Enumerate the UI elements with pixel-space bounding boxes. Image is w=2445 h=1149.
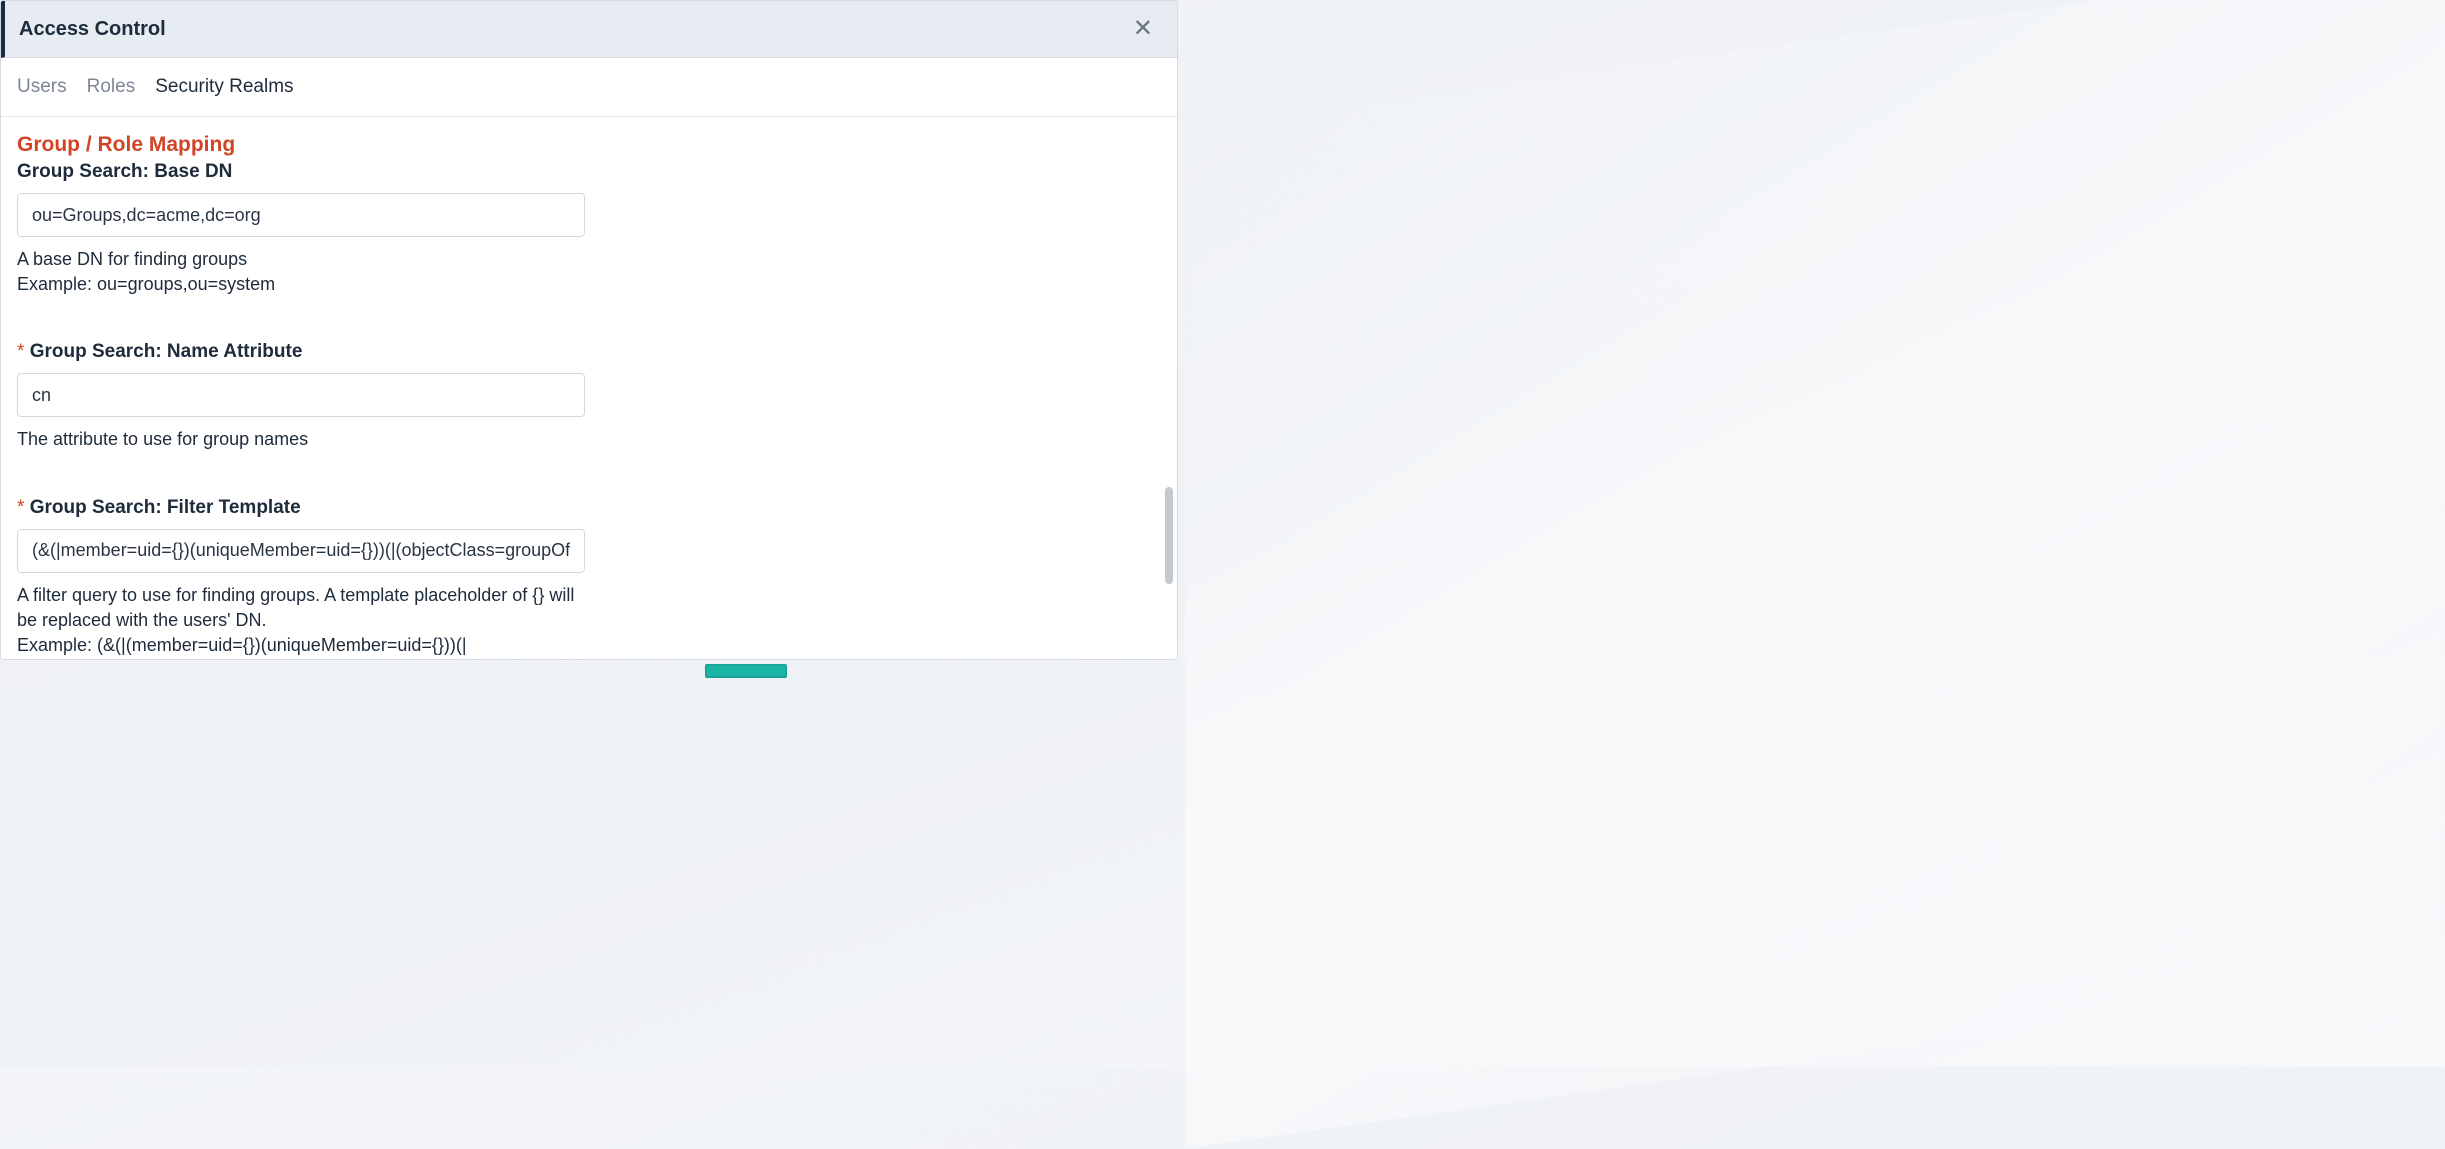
tab-bar: Users Roles Security Realms	[1, 58, 1177, 117]
help-name-attr: The attribute to use for group names	[17, 427, 577, 452]
label-filter: Group Search: Filter Template	[17, 497, 301, 519]
help-filter-2: Example: (&(|(member=uid={})(uniqueMembe…	[17, 633, 577, 659]
label-name-attr: Group Search: Name Attribute	[17, 341, 302, 363]
access-control-panel: Access Control ✕ Users Roles Security Re…	[0, 0, 1178, 660]
section-title: Group / Role Mapping	[17, 133, 1145, 157]
panel-header: Access Control ✕	[1, 1, 1177, 58]
input-base-dn[interactable]	[17, 193, 585, 237]
form-content: Group / Role Mapping Group Search: Base …	[1, 117, 1161, 659]
content-wrap: Group / Role Mapping Group Search: Base …	[1, 117, 1177, 659]
background-decoration	[1185, 0, 2445, 1149]
field-filter: Group Search: Filter Template A filter q…	[17, 497, 1145, 659]
scrollbar-thumb[interactable]	[1165, 487, 1173, 584]
field-base-dn: Group Search: Base DN A base DN for find…	[17, 161, 1145, 297]
field-name-attr: Group Search: Name Attribute The attribu…	[17, 341, 1145, 452]
close-icon[interactable]: ✕	[1127, 15, 1159, 43]
tab-security-realms[interactable]: Security Realms	[155, 76, 293, 98]
help-base-dn-2: Example: ou=groups,ou=system	[17, 272, 577, 297]
tab-users[interactable]: Users	[17, 76, 67, 98]
scrollbar-track[interactable]	[1161, 117, 1177, 659]
label-base-dn: Group Search: Base DN	[17, 161, 232, 183]
input-filter[interactable]	[17, 529, 585, 573]
tab-roles[interactable]: Roles	[87, 76, 136, 98]
panel-title: Access Control	[19, 18, 166, 41]
help-base-dn-1: A base DN for finding groups	[17, 247, 577, 272]
bottom-accent-bar	[705, 664, 787, 678]
help-filter-1: A filter query to use for finding groups…	[17, 583, 577, 633]
input-name-attr[interactable]	[17, 373, 585, 417]
